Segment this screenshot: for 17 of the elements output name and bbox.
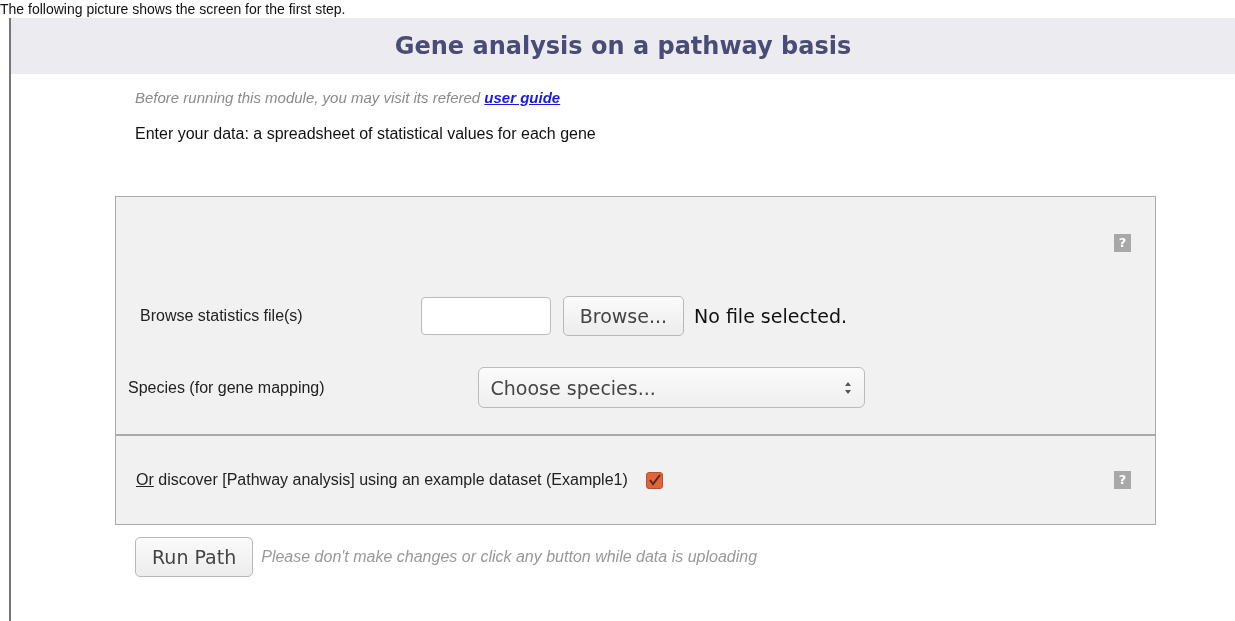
run-path-button[interactable]: Run Path [135,537,254,577]
upload-note: Please don't make changes or click any button while data is uploading [261,548,758,566]
browse-button[interactable]: Browse... [562,296,684,336]
page-title: Gene analysis on a pathway basis [394,32,852,60]
instruction-text: Enter your data: a spreadsheet of statistical values for each gene [135,125,597,143]
user-guide-link[interactable]: user guide [484,89,561,106]
species-select[interactable]: Choose species... [477,367,865,408]
caption-text: The following picture shows the screen for the first step. [0,1,346,17]
file-status-text: No file selected. [694,305,848,327]
field-label: Browse statistics file(s) [140,307,303,325]
intro-text: Before running this module, you may visit its refered user guide [135,89,562,106]
example-option-text: Or discover [Pathway analysis] using an example dataset (Example1) [136,471,628,489]
spinner-arrows-icon [843,380,852,395]
field-label: Species (for gene mapping) [128,378,325,397]
example-checkbox[interactable] [645,471,663,489]
or-link[interactable]: Or [136,471,154,488]
file-input-field[interactable] [420,297,551,335]
